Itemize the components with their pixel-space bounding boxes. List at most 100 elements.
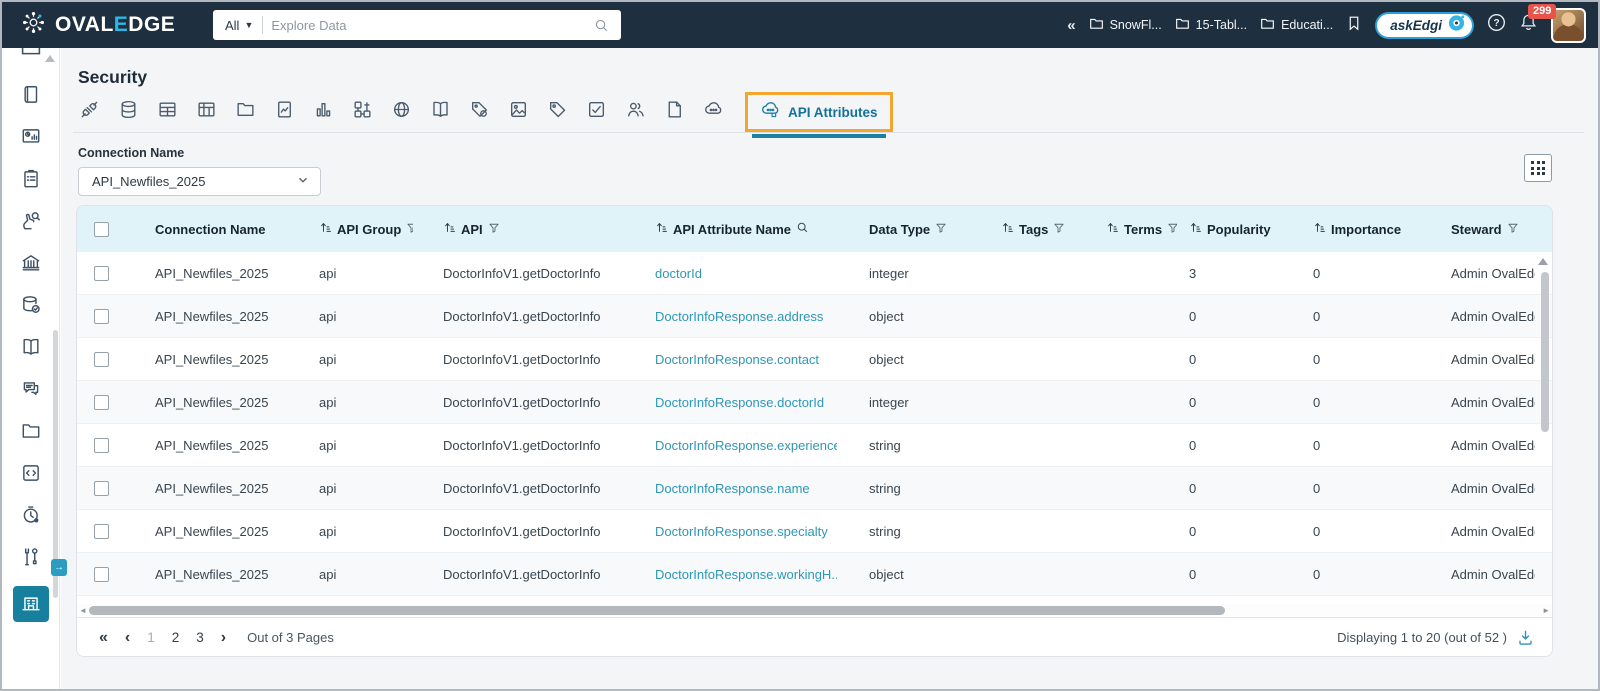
search-scope-dropdown[interactable]: All ▼: [213, 18, 262, 33]
attribute-link[interactable]: DoctorInfoResponse.name: [625, 481, 837, 496]
vertical-scroll-thumb[interactable]: [1541, 272, 1549, 432]
sidebar-scrollbar[interactable]: [53, 330, 58, 598]
tab-story-tag[interactable]: [468, 101, 490, 123]
attribute-link[interactable]: doctorId: [625, 266, 837, 281]
column-header-data_type[interactable]: Data Type: [837, 222, 969, 237]
recent-item-education[interactable]: Educati...: [1260, 16, 1333, 34]
page-button-1[interactable]: 1: [147, 630, 155, 645]
attribute-link[interactable]: DoctorInfoResponse.address: [625, 309, 837, 324]
notifications[interactable]: 299: [1519, 4, 1557, 37]
sidebar-item-query-sheet[interactable]: [18, 464, 44, 486]
scroll-right-icon[interactable]: ►: [1542, 606, 1550, 615]
search-icon[interactable]: [796, 221, 809, 237]
horizontal-scroll-thumb[interactable]: [89, 606, 1225, 615]
bookmark-icon[interactable]: [1346, 15, 1362, 36]
sidebar-item-projects[interactable]: [18, 422, 44, 444]
table-scroll-up-icon[interactable]: [1538, 258, 1548, 265]
tab-data-model[interactable]: [351, 101, 373, 123]
collapse-breadcrumbs-icon[interactable]: «: [1067, 17, 1075, 34]
tab-connector[interactable]: [78, 101, 100, 123]
next-page-button[interactable]: ›: [221, 629, 226, 646]
attribute-link[interactable]: DoctorInfoResponse.contact: [625, 352, 837, 367]
column-header-api[interactable]: API: [413, 221, 625, 237]
tab-glossary-book[interactable]: [429, 101, 451, 123]
filter-icon[interactable]: [488, 222, 500, 237]
sort-icon[interactable]: [1313, 221, 1326, 237]
ovaledge-logo[interactable]: OVALEDGE: [20, 9, 175, 41]
tab-table-column[interactable]: [195, 101, 217, 123]
help-icon[interactable]: ?: [1487, 13, 1506, 37]
tab-api-attributes[interactable]: API Attributes: [745, 92, 893, 138]
filter-icon[interactable]: [1053, 222, 1065, 237]
sidebar-item-glossary[interactable]: [18, 338, 44, 360]
filter-icon[interactable]: [1167, 222, 1177, 237]
tab-database[interactable]: [117, 100, 139, 123]
page-button-3[interactable]: 3: [196, 630, 204, 645]
tab-image[interactable]: [507, 101, 529, 123]
sidebar-item-collaboration[interactable]: [18, 380, 44, 402]
tab-report-file[interactable]: [273, 101, 295, 123]
sidebar-item-partial[interactable]: [19, 48, 43, 57]
column-header-attribute[interactable]: API Attribute Name: [625, 221, 837, 237]
column-header-tags[interactable]: Tags: [969, 221, 1073, 237]
row-checkbox[interactable]: [93, 437, 109, 453]
sort-icon[interactable]: [319, 221, 332, 237]
tab-tag[interactable]: [546, 101, 568, 123]
sidebar-item-tools[interactable]: [18, 547, 44, 570]
page-button-2[interactable]: 2: [172, 630, 180, 645]
tab-api-cloud[interactable]: [702, 101, 724, 123]
sort-icon[interactable]: [655, 221, 668, 237]
recent-item-15-tables[interactable]: 15-Tabl...: [1175, 16, 1247, 34]
filter-icon[interactable]: [1507, 222, 1519, 237]
ask-edgi-button[interactable]: askEdgi: [1375, 11, 1474, 39]
sidebar-item-governance[interactable]: [18, 254, 44, 276]
sidebar-item-jobs[interactable]: [18, 505, 44, 528]
search-input[interactable]: [263, 17, 594, 33]
row-checkbox[interactable]: [93, 480, 109, 496]
sort-icon[interactable]: [1001, 221, 1014, 237]
sidebar-item-security[interactable]: [13, 586, 49, 622]
attribute-link[interactable]: DoctorInfoResponse.experience: [625, 438, 837, 453]
row-checkbox[interactable]: [93, 523, 109, 539]
row-checkbox[interactable]: [93, 394, 109, 410]
row-checkbox[interactable]: [93, 265, 109, 281]
sort-icon[interactable]: [443, 221, 456, 237]
download-icon[interactable]: [1517, 629, 1534, 646]
sidebar-item-notebook[interactable]: [18, 85, 44, 108]
tab-globe[interactable]: [390, 101, 412, 123]
recent-item-snowflake[interactable]: SnowFl...: [1089, 16, 1162, 34]
select-all-checkbox[interactable]: [93, 221, 109, 237]
sidebar-item-data-quality[interactable]: [18, 211, 44, 234]
sort-icon[interactable]: [1189, 221, 1202, 237]
first-page-button[interactable]: «: [99, 629, 108, 646]
prev-page-button[interactable]: ‹: [125, 629, 130, 646]
row-checkbox[interactable]: [93, 566, 109, 582]
tab-document[interactable]: [663, 101, 685, 123]
tab-certified[interactable]: [585, 101, 607, 123]
column-header-terms[interactable]: Terms: [1073, 221, 1177, 237]
attribute-link[interactable]: DoctorInfoResponse.doctorId: [625, 395, 837, 410]
column-chooser-button[interactable]: [1524, 154, 1552, 182]
connection-name-select[interactable]: API_Newfiles_2025: [78, 167, 321, 196]
tab-users[interactable]: [624, 101, 646, 123]
sidebar-item-clipboard[interactable]: [18, 169, 44, 192]
sort-icon[interactable]: [1106, 221, 1119, 237]
column-header-api_group[interactable]: API Group: [291, 221, 413, 237]
horizontal-scrollbar[interactable]: ◄ ►: [77, 604, 1552, 617]
column-header-popularity[interactable]: Popularity: [1177, 221, 1303, 237]
column-header-importance[interactable]: Importance: [1303, 221, 1439, 237]
filter-icon[interactable]: [935, 222, 947, 237]
attribute-link[interactable]: DoctorInfoResponse.specialty: [625, 524, 837, 539]
scroll-left-icon[interactable]: ◄: [79, 606, 87, 615]
sidebar-item-database-check[interactable]: [18, 295, 44, 318]
column-header-steward[interactable]: Steward: [1439, 222, 1535, 237]
sidebar-expand-button[interactable]: →: [51, 559, 67, 576]
sidebar-item-report[interactable]: [18, 128, 44, 150]
tab-file-folder[interactable]: [234, 101, 256, 123]
row-checkbox[interactable]: [93, 308, 109, 324]
row-checkbox[interactable]: [93, 351, 109, 367]
sidebar-scroll-up-icon[interactable]: [45, 55, 55, 62]
tab-table[interactable]: [156, 101, 178, 123]
user-avatar[interactable]: [1551, 7, 1586, 43]
column-header-connection[interactable]: Connection Name: [125, 222, 291, 237]
